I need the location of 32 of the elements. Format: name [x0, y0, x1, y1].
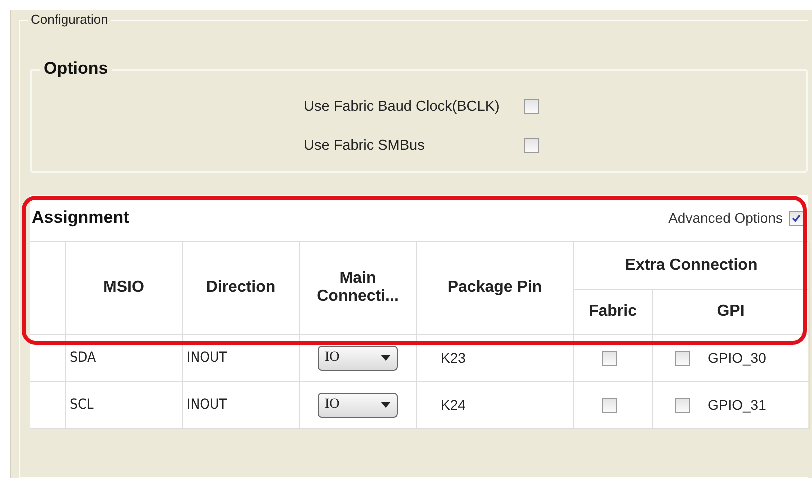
column-header: GPI — [653, 290, 810, 335]
caret-icon — [381, 402, 391, 408]
table-cell: GPIO_30 — [708, 350, 766, 366]
option-label: Use Fabric SMBus — [304, 138, 426, 154]
option-checkbox[interactable] — [524, 138, 539, 153]
connection-dropdown[interactable]: IO — [318, 392, 398, 418]
gpi-checkbox[interactable] — [675, 398, 690, 412]
fabric-checkbox[interactable] — [602, 398, 616, 412]
table-cell: GPIO_31 — [708, 397, 766, 413]
option-checkbox[interactable] — [524, 99, 539, 114]
option-label: Use Fabric Baud Clock(BCLK) — [304, 98, 501, 114]
column-header: Main Connecti... — [300, 242, 417, 335]
column-group-header: Extra Connection — [574, 242, 810, 290]
table-cell: K24 — [441, 397, 466, 413]
table-cell: SDA — [70, 350, 96, 366]
caret-icon — [381, 355, 391, 361]
table-cell: INOUT — [187, 350, 227, 366]
gpi-checkbox[interactable] — [675, 350, 690, 366]
connection-dropdown[interactable]: IO — [318, 346, 398, 370]
column-header: Fabric — [574, 290, 653, 335]
table-cell: INOUT — [187, 397, 227, 413]
fabric-checkbox[interactable] — [602, 350, 616, 366]
advanced-options-label: Advanced Options — [668, 210, 783, 226]
table-cell: K23 — [441, 350, 466, 366]
column-header: Direction — [183, 242, 300, 335]
table-cell: SCL — [70, 397, 94, 413]
column-header: MSIO — [66, 242, 183, 335]
column-header: Package Pin — [417, 242, 574, 335]
group-title: Options — [40, 59, 112, 79]
advanced-options-checkbox[interactable] — [789, 210, 804, 226]
section-title: Assignment — [32, 208, 130, 228]
panel-title: Configuration — [28, 12, 112, 27]
